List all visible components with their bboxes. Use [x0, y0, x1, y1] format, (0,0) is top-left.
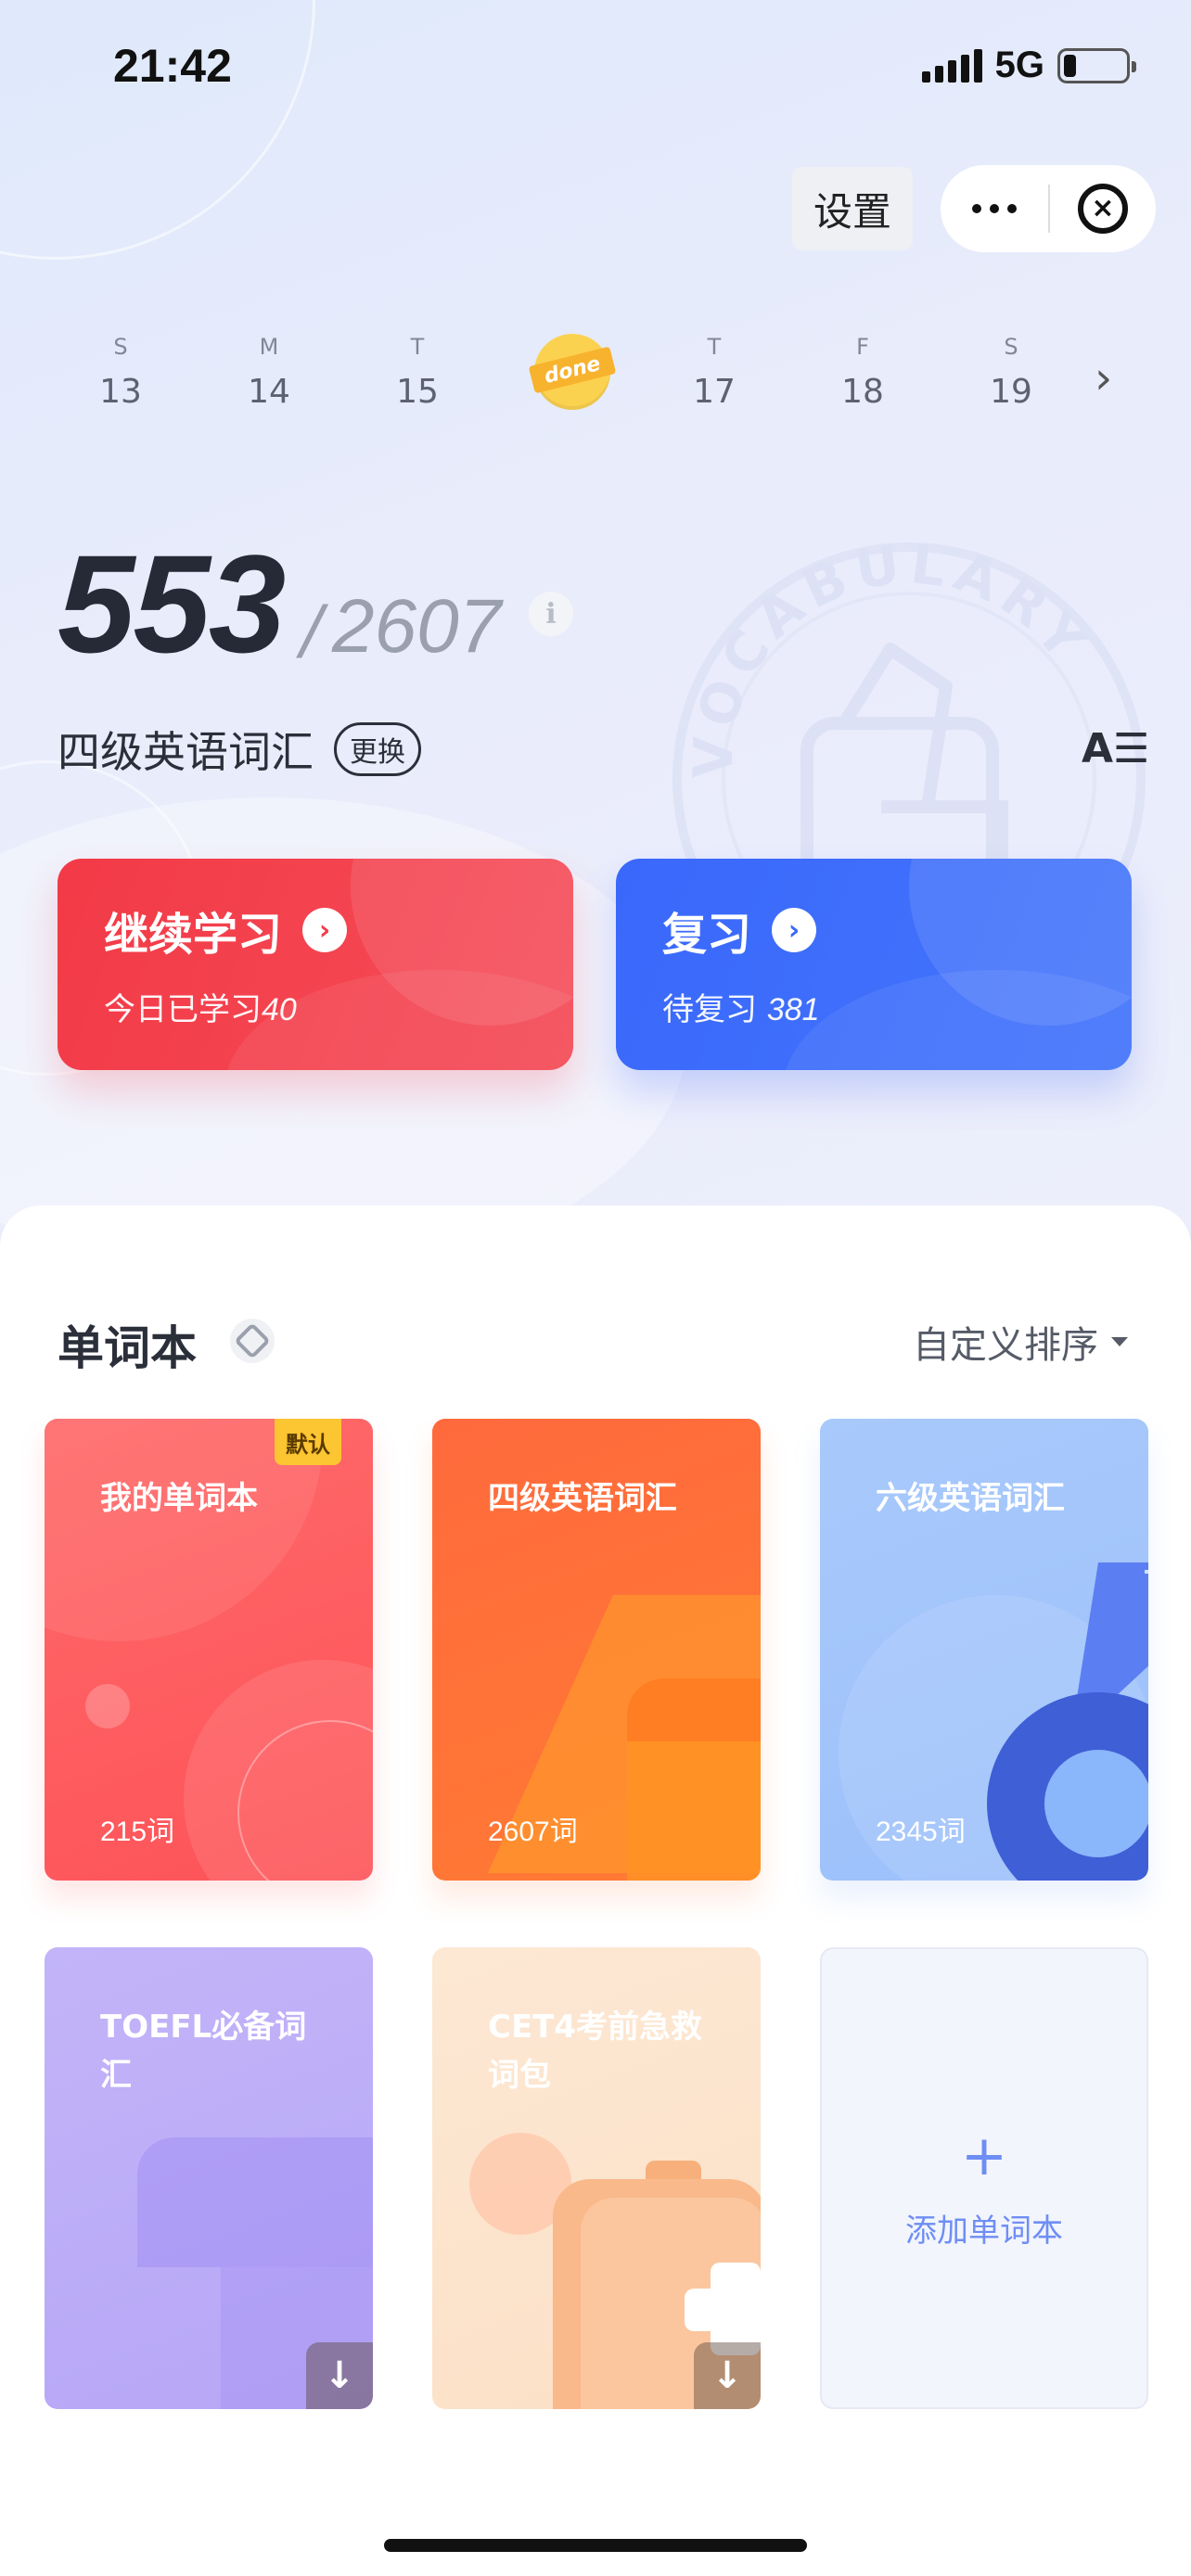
- count-separator: /: [301, 592, 323, 668]
- download-icon[interactable]: ↓: [306, 2342, 373, 2409]
- day-of-week: S: [113, 334, 128, 360]
- wordbook-title: 四级英语词汇: [488, 1480, 677, 1517]
- chevron-right-icon[interactable]: ›: [1095, 352, 1112, 404]
- calendar-day[interactable]: S 13: [46, 334, 195, 411]
- calendar-day-today[interactable]: done: [492, 334, 640, 411]
- continue-learning-card[interactable]: 继续学习 › 今日已学习40: [58, 859, 573, 1070]
- day-date: 19: [990, 373, 1032, 411]
- progress-count: 553 / 2607: [58, 524, 501, 684]
- wordbook-sheet: 单词本 自定义排序 默认 我的单词本 215词 四级英语词汇 2607词 六级英…: [0, 1205, 1191, 2576]
- wordbook-card[interactable]: 默认 我的单词本 215词: [45, 1419, 373, 1881]
- day-of-week: S: [1004, 334, 1018, 360]
- battery-icon: [1057, 47, 1136, 83]
- today-learned-text: 今日已学习40: [104, 984, 297, 1029]
- decor-shape: [627, 1741, 761, 1881]
- day-date: 17: [693, 373, 736, 411]
- info-icon[interactable]: i: [529, 592, 573, 636]
- wordbook-count: 2607词: [488, 1817, 578, 1847]
- add-wordbook-button[interactable]: + 添加单词本: [820, 1947, 1148, 2409]
- six-graphic-icon: [987, 1562, 1148, 1881]
- more-icon[interactable]: [941, 165, 1048, 252]
- wordbook-card[interactable]: 四级英语词汇 2607词: [432, 1419, 761, 1881]
- wordbook-title: 我的单词本: [100, 1480, 258, 1517]
- decor-circle: [783, 970, 1132, 1070]
- wordbook-card[interactable]: CET4考前急救词包 ↓: [432, 1947, 761, 2409]
- calendar-day[interactable]: T 17: [640, 334, 788, 411]
- home-indicator[interactable]: [384, 2539, 807, 2552]
- default-badge: 默认: [275, 1419, 341, 1465]
- caret-down-icon: [1111, 1337, 1128, 1346]
- font-settings-icon[interactable]: A☰: [1082, 725, 1150, 772]
- signal-icon: [921, 48, 982, 83]
- wordbook-title: TOEFL必备词汇: [100, 2009, 307, 2094]
- calendar-day[interactable]: T 15: [343, 334, 492, 411]
- day-of-week: T: [707, 334, 722, 360]
- continue-learning-header: 继续学习 ›: [104, 898, 348, 963]
- add-wordbook-label: 添加单词本: [905, 2213, 1063, 2250]
- close-icon: ×: [1078, 184, 1128, 234]
- network-type: 5G: [994, 45, 1044, 85]
- review-header: 复习 ›: [662, 898, 817, 963]
- gear-icon[interactable]: [230, 1319, 275, 1363]
- week-calendar: S 13 M 14 T 15 done T 17 F 18 S 19: [46, 334, 1085, 411]
- learned-count: 553: [58, 526, 286, 682]
- decor-dot: [85, 1684, 130, 1728]
- cross-icon: [685, 2289, 761, 2331]
- day-of-week: M: [259, 334, 279, 360]
- day-of-week: T: [410, 334, 425, 360]
- status-indicators: 5G: [921, 45, 1136, 86]
- continue-learning-label: 继续学习: [104, 909, 283, 961]
- day-date: 14: [248, 373, 290, 411]
- close-button[interactable]: ×: [1050, 165, 1156, 252]
- arrow-right-icon: ›: [302, 908, 348, 952]
- day-of-week: F: [856, 334, 869, 360]
- done-badge-icon: done: [528, 334, 617, 410]
- current-book-row: 四级英语词汇 更换: [58, 719, 421, 780]
- wordbook-count: 2345词: [876, 1817, 966, 1847]
- plus-icon: +: [960, 2123, 1008, 2188]
- settings-button[interactable]: 设置: [792, 167, 913, 250]
- today-learned-prefix: 今日已学习: [104, 991, 262, 1028]
- download-icon[interactable]: ↓: [694, 2342, 761, 2409]
- day-date: 18: [841, 373, 884, 411]
- current-book-title: 四级英语词汇: [58, 727, 314, 777]
- wordbook-card[interactable]: 六级英语词汇 2345词: [820, 1419, 1148, 1881]
- total-count: 2607: [331, 584, 502, 669]
- wordbook-count: 215词: [100, 1817, 175, 1847]
- wordbook-card[interactable]: TOEFL必备词汇 ↓: [45, 1947, 373, 2409]
- wordbook-section-title: 单词本: [58, 1321, 197, 1375]
- calendar-day[interactable]: F 18: [788, 334, 937, 411]
- switch-book-button[interactable]: 更换: [334, 722, 421, 776]
- sort-dropdown[interactable]: 自定义排序: [913, 1315, 1128, 1369]
- review-label: 复习: [662, 909, 752, 961]
- decor-shape: [137, 2137, 373, 2267]
- wordbook-title: 六级英语词汇: [876, 1480, 1065, 1517]
- today-learned-value: 40: [262, 992, 297, 1027]
- calendar-day[interactable]: S 19: [937, 334, 1085, 411]
- calendar-day[interactable]: M 14: [195, 334, 343, 411]
- pending-review-prefix: 待复习: [662, 991, 767, 1028]
- status-time: 21:42: [113, 40, 232, 92]
- wordbook-title: CET4考前急救词包: [488, 2009, 703, 2094]
- sort-label: 自定义排序: [913, 1324, 1098, 1367]
- pending-review-text: 待复习 381: [662, 984, 820, 1029]
- review-card[interactable]: 复习 › 待复习 381: [616, 859, 1132, 1070]
- done-badge-label: done: [528, 346, 617, 394]
- day-date: 15: [396, 373, 439, 411]
- pending-review-value: 381: [766, 992, 820, 1027]
- day-date: 13: [99, 373, 142, 411]
- miniprogram-capsule: ×: [941, 165, 1156, 252]
- arrow-right-icon: ›: [772, 908, 817, 952]
